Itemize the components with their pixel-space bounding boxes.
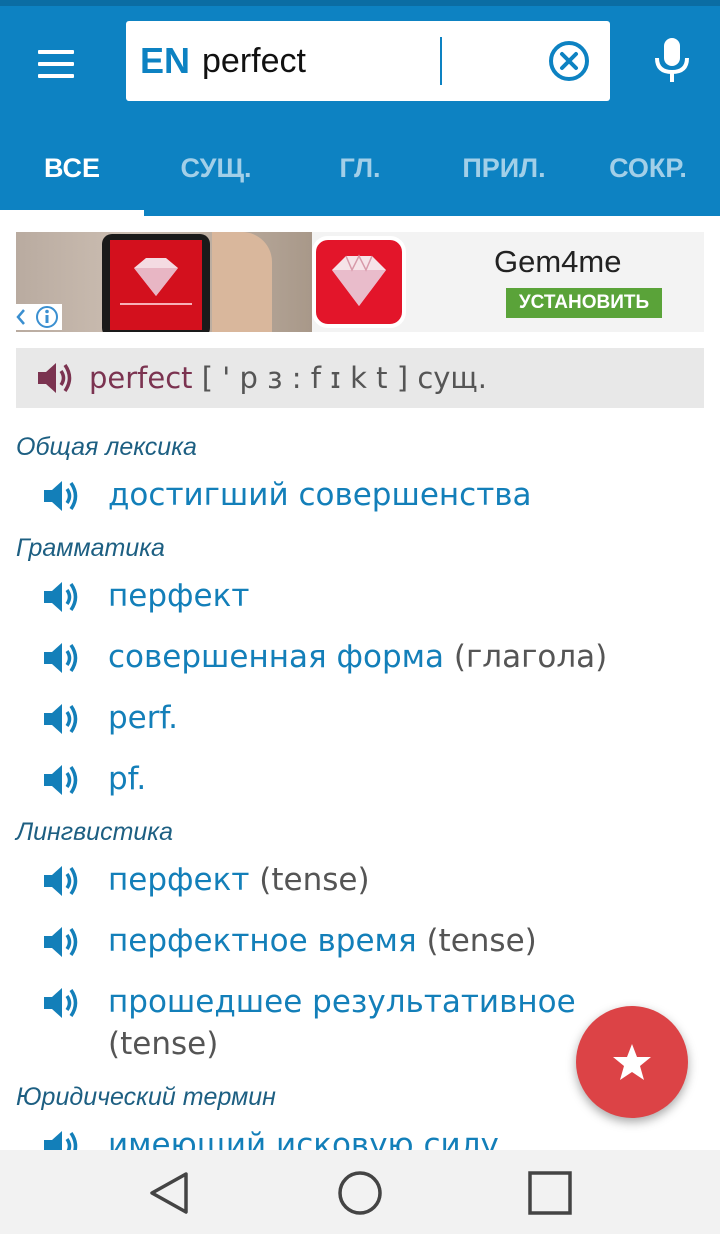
translation-text: имеющий исковую силу bbox=[108, 1127, 499, 1150]
recents-square-icon[interactable] bbox=[525, 1168, 575, 1218]
tab-all[interactable]: ВСЕ bbox=[0, 130, 144, 216]
translation-text: перфект bbox=[108, 578, 250, 614]
language-label[interactable]: EN bbox=[140, 39, 190, 83]
translation-text: совершенная форма (глагола) bbox=[108, 639, 608, 675]
headword: perfect bbox=[89, 361, 193, 395]
speaker-icon[interactable] bbox=[42, 924, 82, 960]
speaker-icon[interactable] bbox=[42, 1128, 82, 1150]
speaker-icon[interactable] bbox=[42, 762, 82, 798]
speaker-icon[interactable] bbox=[42, 863, 82, 899]
speaker-icon[interactable] bbox=[42, 640, 82, 676]
star-icon bbox=[613, 1044, 651, 1080]
speaker-icon[interactable] bbox=[42, 478, 82, 514]
search-input[interactable] bbox=[202, 39, 532, 83]
speaker-icon[interactable] bbox=[42, 579, 82, 615]
ad-banner[interactable]: Gem4me УСТАНОВИТЬ bbox=[16, 232, 704, 332]
category-label: Юридический термин bbox=[16, 1083, 276, 1111]
diamond-icon bbox=[120, 258, 192, 305]
translation-text: pf. bbox=[108, 761, 147, 797]
phone-image bbox=[102, 234, 210, 332]
tab-abbreviation[interactable]: СОКР. bbox=[576, 130, 720, 216]
transcription: [ ' p ɜ : f ɪ k t ] bbox=[201, 361, 409, 395]
status-bar-strip bbox=[0, 0, 720, 6]
hand-image bbox=[212, 232, 272, 332]
headword-bar: perfect [ ' p ɜ : f ɪ k t ] сущ. bbox=[16, 348, 704, 408]
headword-text: perfect [ ' p ɜ : f ɪ k t ] сущ. bbox=[89, 358, 487, 398]
system-navigation-bar bbox=[0, 1150, 720, 1234]
speaker-icon[interactable] bbox=[36, 360, 76, 396]
category-label: Лингвистика bbox=[16, 818, 174, 846]
ad-app-icon[interactable] bbox=[312, 236, 406, 328]
search-box[interactable]: EN bbox=[126, 21, 610, 101]
text-caret bbox=[440, 37, 442, 85]
ad-title[interactable]: Gem4me bbox=[494, 244, 621, 280]
adchoices-icon[interactable] bbox=[16, 304, 62, 330]
app-header: EN ВСЕ СУЩ. ГЛ. ПРИЛ. СОКР. bbox=[0, 0, 720, 216]
tab-noun[interactable]: СУЩ. bbox=[144, 130, 288, 216]
tab-verb[interactable]: ГЛ. bbox=[288, 130, 432, 216]
translation-text: достигший совершенства bbox=[108, 477, 532, 513]
part-of-speech-tabs: ВСЕ СУЩ. ГЛ. ПРИЛ. СОКР. bbox=[0, 130, 720, 216]
tab-adjective[interactable]: ПРИЛ. bbox=[432, 130, 576, 216]
clear-circle-icon[interactable] bbox=[548, 40, 590, 82]
translation-text: перфект (tense) bbox=[108, 862, 370, 898]
active-tab-indicator bbox=[0, 210, 144, 216]
hamburger-menu-icon[interactable] bbox=[30, 44, 82, 84]
diamond-icon bbox=[332, 254, 386, 306]
speaker-icon[interactable] bbox=[42, 985, 82, 1021]
speaker-icon[interactable] bbox=[42, 701, 82, 737]
home-circle-icon[interactable] bbox=[335, 1168, 385, 1218]
translation-text: прошедшее результативное (tense) bbox=[108, 984, 576, 1062]
part-of-speech: сущ. bbox=[417, 361, 487, 395]
translation-text: перфектное время (tense) bbox=[108, 923, 537, 959]
category-label: Общая лексика bbox=[16, 433, 197, 461]
ad-install-button[interactable]: УСТАНОВИТЬ bbox=[506, 288, 662, 318]
translation-item[interactable]: имеющий исковую силу bbox=[0, 1124, 720, 1150]
translation-text: perf. bbox=[108, 700, 179, 736]
favorite-fab-button[interactable] bbox=[576, 1006, 688, 1118]
microphone-icon[interactable] bbox=[648, 36, 696, 86]
category-label: Грамматика bbox=[16, 534, 165, 562]
back-triangle-icon[interactable] bbox=[146, 1168, 196, 1218]
